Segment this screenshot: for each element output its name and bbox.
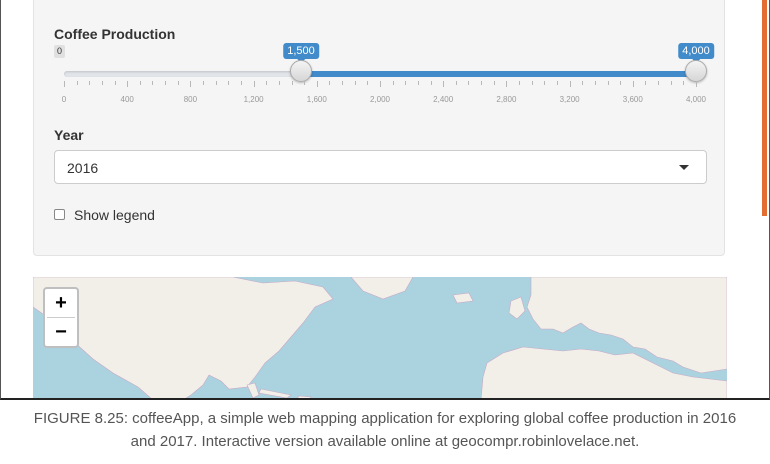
slider-minor-tick [165,81,167,85]
slider-minor-tick [417,81,419,85]
slider-tick-label: 1,600 [306,95,327,104]
slider-minor-tick [342,81,344,85]
slider-minor-tick [203,81,205,85]
zoom-control: + − [43,287,79,348]
slider-tick-label: 0 [61,95,67,104]
slider-minor-tick [89,81,91,85]
slider-minor-tick [177,81,179,85]
slider-tick-label: 3,600 [622,95,643,104]
caption-line-2: and 2017. Interactive version available … [130,433,640,450]
zoom-in-button[interactable]: + [47,289,75,317]
slider-major-tick [64,81,65,87]
slider-minor-tick [658,81,660,85]
map-tiles [33,277,727,398]
figure-caption: FIGURE 8.25: coffeeApp, a simple web map… [0,407,770,453]
slider-min-label: 0 [54,45,66,58]
show-legend-checkbox[interactable] [54,209,65,220]
slider-tick-label: 2,400 [433,95,454,104]
year-label: Year [54,127,84,143]
slider-tick-label: 2,000 [369,95,391,104]
slider-minor-tick [101,81,103,85]
slider-minor-tick [645,81,647,85]
slider-major-tick [190,81,192,87]
slider-label: Coffee Production [54,26,176,42]
slider-minor-tick [152,81,154,85]
year-select-value: 2016 [67,160,99,176]
slider-minor-tick [139,81,141,85]
slider-minor-tick [76,81,78,85]
slider-minor-tick [481,81,483,85]
slider-minor-tick [430,81,432,85]
slider-minor-tick [531,81,533,85]
slider-minor-tick [455,81,457,85]
year-select[interactable]: 2016 [54,150,707,184]
slider-selected-range [301,71,696,77]
world-map[interactable]: + − [33,277,727,398]
slider-tick-label: 4,000 [685,95,707,104]
show-legend-label[interactable]: Show legend [74,207,155,223]
slider-minor-tick [556,81,558,85]
slider-major-tick [632,81,634,87]
slider-handle-low[interactable] [290,60,312,82]
slider-major-tick [506,81,508,87]
slider-minor-tick [544,81,546,85]
slider-major-tick [380,81,381,87]
slider-minor-tick [304,81,306,85]
slider-handle-high[interactable] [685,60,707,82]
slider-minor-tick [240,81,242,85]
scroll-indicator [762,0,767,216]
slider-minor-tick [493,81,495,85]
slider-tick-label: 400 [120,95,134,104]
slider-minor-tick [114,81,116,85]
slider-minor-tick [594,81,596,85]
chevron-down-icon [679,165,689,170]
slider-minor-tick [670,81,672,85]
slider-minor-tick [228,81,230,85]
slider-minor-tick [278,81,280,85]
slider-minor-tick [405,81,407,85]
caption-line-1: FIGURE 8.25: coffeeApp, a simple web map… [33,410,737,427]
zoom-out-button[interactable]: − [47,317,75,346]
slider-tick-label: 3,200 [559,95,580,104]
slider-major-tick [253,81,255,87]
slider-minor-tick [620,81,622,85]
slider-tick-label: 800 [183,95,198,104]
slider-minor-tick [607,81,609,85]
slider-minor-tick [266,81,268,85]
slider-tick-label: 2,800 [496,95,517,104]
slider-major-tick [443,81,445,87]
slider-major-tick [696,81,697,87]
slider-major-tick [127,81,129,87]
sidebar-panel: Coffee Production 0 1,500 4,000 0 400 800 1… [33,0,725,256]
slider-minor-tick [392,81,394,85]
slider-minor-tick [291,81,293,85]
slider-minor-tick [354,81,356,85]
slider-track[interactable] [64,71,696,77]
slider-minor-tick [582,81,584,85]
slider-major-tick [316,81,318,87]
slider-minor-tick [468,81,470,85]
app-screenshot: Coffee Production 0 1,500 4,000 0 400 800 1… [0,0,770,400]
slider-minor-tick [329,81,331,85]
slider-minor-tick [683,81,685,85]
slider-major-tick [569,81,571,87]
slider-high-value: 4,000 [678,43,714,63]
slider-minor-tick [519,81,521,85]
slider-minor-tick [215,81,217,85]
slider-low-value: 1,500 [283,43,319,63]
slider-tick-label: 1,200 [243,95,264,104]
slider-minor-tick [367,81,369,85]
